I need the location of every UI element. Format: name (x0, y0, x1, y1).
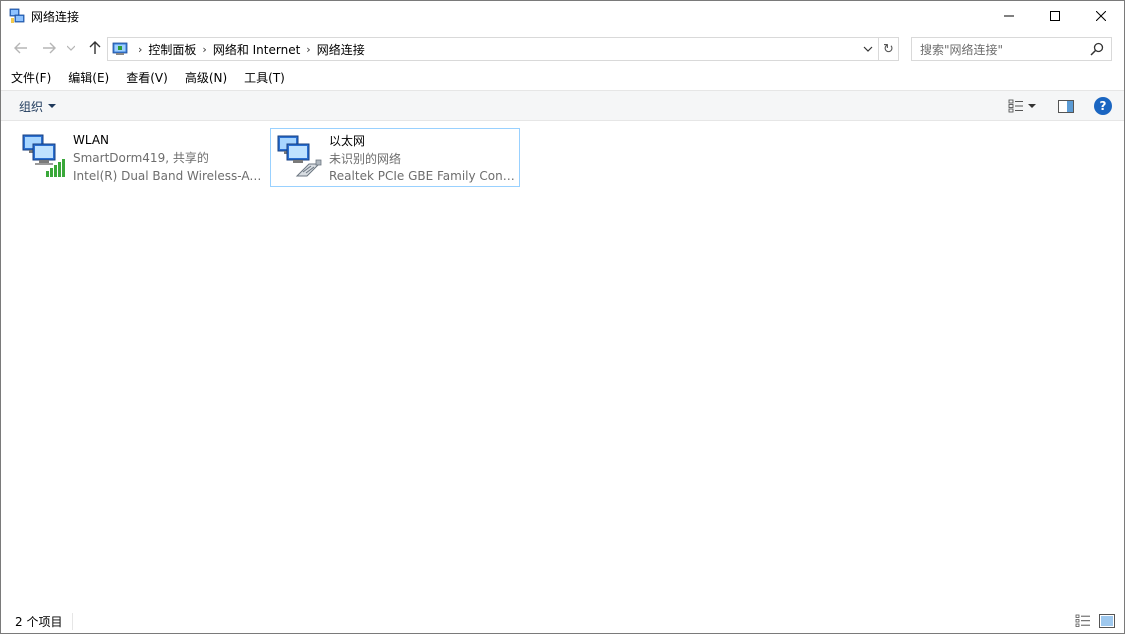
search-input[interactable]: 搜索"网络连接" (920, 41, 1089, 58)
chevron-down-icon (67, 45, 75, 51)
back-button[interactable] (11, 38, 31, 58)
breadcrumb-separator-icon: › (306, 42, 311, 56)
network-connections-window: 网络连接 › 控制面板 › 网络和 Internet › 网络连接 ↻ 搜索"网… (0, 0, 1125, 634)
address-bar[interactable]: › 控制面板 › 网络和 Internet › 网络连接 (107, 37, 879, 61)
status-view-switch (1068, 613, 1116, 629)
command-bar: 组织 ? (1, 90, 1124, 121)
minimize-icon (1004, 15, 1014, 17)
menu-advanced[interactable]: 高级(N) (179, 67, 233, 89)
network-connections-icon (9, 8, 25, 24)
breadcrumb-separator-icon: › (138, 42, 143, 56)
maximize-button[interactable] (1032, 1, 1078, 31)
caret-down-icon (1028, 104, 1036, 108)
recent-locations-button[interactable] (64, 38, 78, 58)
connections-list: WLAN SmartDorm419, 共享的 Intel(R) Dual Ban… (1, 122, 1124, 610)
breadcrumb-network-internet[interactable]: 网络和 Internet (213, 41, 300, 58)
search-icon[interactable] (1089, 41, 1105, 57)
close-button[interactable] (1078, 1, 1124, 31)
back-arrow-icon (14, 42, 27, 54)
connection-details: WLAN SmartDorm419, 共享的 Intel(R) Dual Ban… (73, 131, 261, 184)
menu-tools[interactable]: 工具(T) (238, 67, 291, 89)
connection-name: 以太网 (329, 134, 366, 148)
details-view-button[interactable] (1074, 613, 1092, 629)
connection-tile-wlan[interactable]: WLAN SmartDorm419, 共享的 Intel(R) Dual Ban… (15, 128, 265, 187)
view-options-dropdown[interactable] (1026, 96, 1038, 116)
connection-adapter: Realtek PCIe GBE Family Controller (329, 168, 515, 183)
connection-details: 以太网 未识别的网络 Realtek PCIe GBE Family Contr… (329, 132, 515, 183)
address-dropdown-button[interactable] (860, 41, 876, 57)
maximize-icon (1050, 11, 1060, 21)
forward-arrow-icon (43, 42, 56, 54)
search-box[interactable]: 搜索"网络连接" (911, 37, 1112, 61)
caret-down-icon (48, 104, 57, 108)
window-title: 网络连接 (31, 9, 80, 24)
view-details-icon (1008, 99, 1023, 113)
chevron-down-icon (863, 46, 873, 52)
details-view-icon (1075, 614, 1090, 627)
view-controls: ? (1000, 96, 1112, 116)
help-icon: ? (1099, 99, 1107, 113)
up-arrow-icon (89, 41, 101, 54)
up-button[interactable] (85, 38, 105, 58)
refresh-icon: ↻ (883, 41, 894, 57)
status-bar: 2 个项目 (1, 610, 1124, 633)
close-icon (1096, 11, 1106, 21)
organize-label: 组织 (19, 99, 44, 114)
menu-bar: 文件(F) 编辑(E) 查看(V) 高级(N) 工具(T) (1, 67, 291, 89)
wireless-network-icon (19, 131, 67, 179)
connection-adapter: Intel(R) Dual Band Wireless-AC 8265 (73, 168, 261, 183)
breadcrumb-separator-icon: › (202, 42, 207, 56)
forward-button[interactable] (39, 38, 59, 58)
breadcrumb-network-connections[interactable]: 网络连接 (317, 41, 365, 58)
menu-edit[interactable]: 编辑(E) (62, 67, 115, 89)
large-icons-view-icon (1099, 614, 1115, 628)
menu-file[interactable]: 文件(F) (5, 67, 57, 89)
organize-button[interactable]: 组织 (13, 95, 62, 117)
title-bar: 网络连接 (1, 1, 1124, 31)
change-view-button[interactable] (1006, 96, 1026, 116)
connection-status: 未识别的网络 (329, 152, 402, 166)
window-controls (986, 1, 1124, 31)
connection-name: WLAN (73, 133, 110, 147)
refresh-button[interactable]: ↻ (879, 37, 899, 61)
address-row: › 控制面板 › 网络和 Internet › 网络连接 ↻ 搜索"网络连接" (1, 34, 1124, 62)
breadcrumb-control-panel[interactable]: 控制面板 (148, 41, 196, 58)
preview-pane-button[interactable] (1056, 96, 1076, 116)
connection-status: SmartDorm419, 共享的 (73, 151, 209, 165)
help-button[interactable]: ? (1094, 97, 1112, 115)
ethernet-network-icon (275, 132, 323, 180)
minimize-button[interactable] (986, 1, 1032, 31)
control-panel-icon (112, 41, 128, 57)
item-count: 2 个项目 (15, 613, 74, 630)
preview-pane-icon (1058, 99, 1074, 113)
connection-tile-ethernet[interactable]: 以太网 未识别的网络 Realtek PCIe GBE Family Contr… (270, 128, 520, 187)
large-icons-view-button[interactable] (1098, 613, 1116, 629)
menu-view[interactable]: 查看(V) (120, 67, 174, 89)
